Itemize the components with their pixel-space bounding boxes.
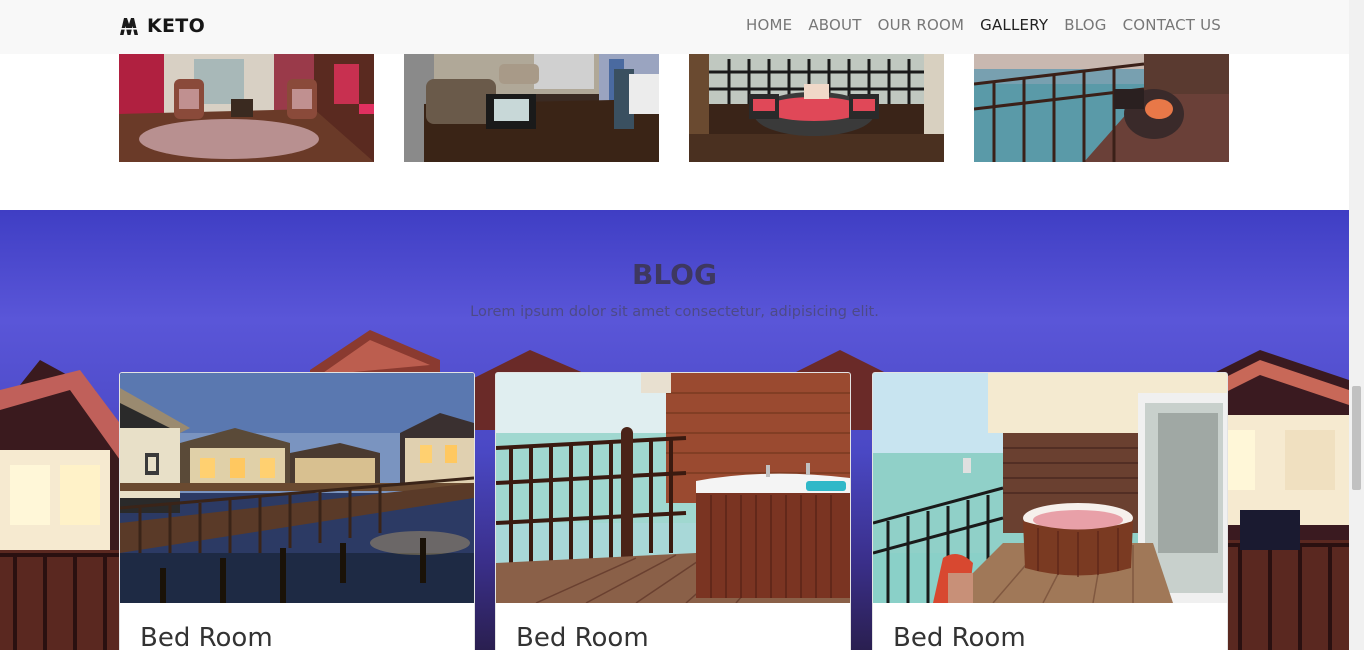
blog-card-image-jacuzzi-balcony — [873, 373, 1227, 603]
gallery-image-balcony[interactable] — [689, 54, 944, 162]
nav-gallery[interactable]: GALLERY — [980, 16, 1048, 34]
nav-our-room[interactable]: OUR ROOM — [878, 16, 965, 34]
gallery-image-lounge[interactable] — [404, 54, 659, 162]
blog-card-image-bathtub-deck — [496, 373, 850, 603]
scrollbar-thumb[interactable] — [1352, 386, 1361, 490]
nav-menu: HOME ABOUT OUR ROOM GALLERY BLOG CONTACT… — [746, 16, 1221, 34]
page-scrollbar[interactable] — [1349, 0, 1364, 650]
blog-card-image-water-villas — [120, 373, 474, 603]
nav-blog[interactable]: BLOG — [1064, 16, 1106, 34]
brand-name: KETO — [147, 15, 206, 37]
blog-section: BLOG Lorem ipsum dolor sit amet consecte… — [0, 210, 1349, 650]
blog-card-title[interactable]: Bed Room — [516, 623, 649, 650]
gallery-image-sea-deck[interactable] — [974, 54, 1229, 162]
nav-about[interactable]: ABOUT — [808, 16, 861, 34]
brand-logo[interactable]: KETO — [118, 15, 205, 37]
logo-icon — [120, 18, 138, 35]
blog-card[interactable]: Bed Room — [119, 372, 475, 650]
gallery-image-living-room[interactable] — [119, 54, 374, 162]
navbar: KETO HOME ABOUT OUR ROOM GALLERY BLOG CO… — [0, 0, 1349, 54]
blog-card-title[interactable]: Bed Room — [140, 623, 273, 650]
blog-card[interactable]: Bed Room — [495, 372, 851, 650]
blog-title: BLOG — [632, 258, 717, 291]
blog-card-title[interactable]: Bed Room — [893, 623, 1026, 650]
nav-home[interactable]: HOME — [746, 16, 792, 34]
nav-contact-us[interactable]: CONTACT US — [1123, 16, 1221, 34]
blog-subtitle: Lorem ipsum dolor sit amet consectetur, … — [470, 304, 879, 320]
blog-card[interactable]: Bed Room — [872, 372, 1228, 650]
